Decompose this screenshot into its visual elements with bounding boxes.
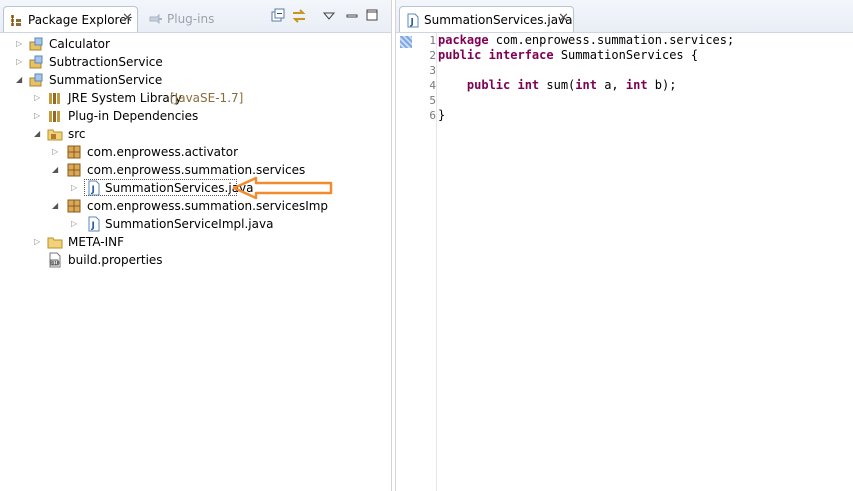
code-line: public int sum(int a, int b);	[438, 78, 677, 92]
tree-item-summationservice[interactable]: ◢ SummationService	[0, 71, 391, 89]
expand-arrow-icon[interactable]: ▷	[52, 146, 62, 158]
collapse-arrow-icon[interactable]: ◢	[52, 164, 62, 176]
collapse-all-icon[interactable]	[270, 8, 286, 24]
tree-item-meta-inf[interactable]: ▷ META-INF	[0, 233, 391, 251]
package-explorer-panel: Package Explorer ✕ Plug-ins ▷ Calculator…	[0, 0, 392, 491]
line-number: 5	[429, 94, 436, 107]
tree-item-src[interactable]: ◢ src	[0, 125, 391, 143]
tree-item-label: com.enprowess.summation.servicesImp	[87, 199, 329, 213]
package-explorer-header: Package Explorer ✕ Plug-ins	[0, 0, 391, 33]
plug-ins-icon	[149, 13, 162, 25]
code-line: package com.enprowess.summation.services…	[438, 33, 735, 47]
library-icon	[49, 111, 60, 122]
tree-item-label: Plug-in Dependencies	[68, 109, 199, 123]
plugin-project-icon	[29, 55, 43, 69]
editor-panel: J SummationServices.java ✕ 1 2 3 4 5 6 p…	[395, 0, 853, 491]
source-folder-icon	[47, 129, 63, 141]
editor-header: J SummationServices.java ✕	[396, 0, 853, 33]
expand-arrow-icon[interactable]: ▷	[34, 92, 44, 104]
tree-item-summationserviceimpl-java[interactable]: ▷ J SummationServiceImpl.java	[0, 215, 391, 233]
tree-item-jre-system-library[interactable]: ▷ JRE System Library [JavaSE-1.7]	[0, 89, 391, 107]
java-file-icon: J	[407, 13, 419, 28]
maximize-icon[interactable]	[365, 8, 381, 24]
tree-item-label: build.properties	[68, 253, 163, 267]
collapse-arrow-icon[interactable]: ◢	[16, 74, 26, 86]
tab-package-explorer[interactable]: Package Explorer ✕	[3, 6, 138, 32]
tree-item-label: META-INF	[68, 235, 125, 249]
tree-item-label: Calculator	[49, 37, 110, 51]
code-divider	[436, 33, 437, 491]
expand-arrow-icon[interactable]: ▷	[34, 236, 44, 248]
tree-item-calculator[interactable]: ▷ Calculator	[0, 35, 391, 53]
tree-item-label: com.enprowess.summation.services	[87, 163, 306, 177]
code-line: public interface SummationServices {	[438, 48, 699, 62]
tree-item-label: SubtractionService	[49, 55, 163, 69]
code-editor[interactable]: package com.enprowess.summation.services…	[438, 33, 734, 123]
minimize-icon[interactable]	[345, 8, 361, 24]
tab-label: Plug-ins	[167, 12, 215, 26]
tree-item-label: JRE System Library	[68, 91, 182, 105]
package-icon	[67, 199, 81, 213]
callout-arrow-icon	[232, 176, 333, 200]
code-line: }	[438, 108, 446, 122]
folder-icon	[47, 237, 63, 249]
package-icon	[67, 145, 81, 159]
tab-label: SummationServices.java	[424, 13, 573, 27]
package-icon	[67, 163, 81, 177]
svg-text:010: 010	[52, 260, 60, 266]
svg-text:J: J	[410, 18, 414, 28]
tree-item-label: com.enprowess.activator	[87, 145, 239, 159]
package-explorer-icon	[11, 15, 21, 26]
tree-item-build-properties[interactable]: 010 build.properties	[0, 251, 391, 269]
java-file-icon: J	[88, 180, 100, 196]
tree-item-label: src	[68, 127, 86, 141]
close-icon[interactable]: ✕	[122, 11, 133, 26]
collapse-arrow-icon[interactable]: ◢	[52, 200, 62, 212]
expand-arrow-icon[interactable]: ▷	[71, 182, 81, 194]
line-number: 4	[429, 79, 436, 92]
expand-arrow-icon[interactable]: ▷	[16, 38, 26, 50]
plugin-project-icon	[29, 37, 43, 51]
line-number: 1	[429, 34, 436, 47]
editor-gutter	[396, 33, 414, 491]
line-number: 3	[429, 64, 436, 77]
link-with-editor-icon[interactable]	[291, 8, 307, 24]
tree-item-subtractionservice[interactable]: ▷ SubtractionService	[0, 53, 391, 71]
plugin-project-icon	[29, 73, 43, 87]
java-file-icon: J	[88, 216, 100, 232]
tab-label: Package Explorer	[28, 13, 132, 27]
view-menu-icon[interactable]	[323, 8, 339, 24]
tree-item-label: SummationServiceImpl.java	[105, 217, 274, 231]
line-number: 6	[429, 109, 436, 122]
tree-item-com-enprowess-activator[interactable]: ▷ com.enprowess.activator	[0, 143, 391, 161]
library-icon	[49, 93, 60, 104]
close-icon[interactable]: ✕	[558, 11, 569, 26]
expand-arrow-icon[interactable]: ▷	[71, 218, 81, 230]
tree-item-plug-in-dependencies[interactable]: ▷ Plug-in Dependencies	[0, 107, 391, 125]
bookmark-marker-icon	[400, 36, 412, 48]
tab-summationservices-java[interactable]: J SummationServices.java ✕	[399, 6, 574, 32]
expand-arrow-icon[interactable]: ▷	[34, 110, 44, 122]
properties-file-icon: 010	[49, 252, 61, 268]
collapse-arrow-icon[interactable]: ◢	[34, 128, 44, 140]
expand-arrow-icon[interactable]: ▷	[16, 56, 26, 68]
line-numbers: 1 2 3 4 5 6	[414, 33, 436, 491]
tree-item-decoration: [JavaSE-1.7]	[170, 91, 244, 105]
svg-text:J: J	[91, 185, 95, 195]
line-number: 2	[429, 49, 436, 62]
tab-plug-ins[interactable]: Plug-ins	[145, 6, 225, 32]
tree-item-label: SummationService	[49, 73, 163, 87]
svg-text:J: J	[91, 221, 95, 231]
